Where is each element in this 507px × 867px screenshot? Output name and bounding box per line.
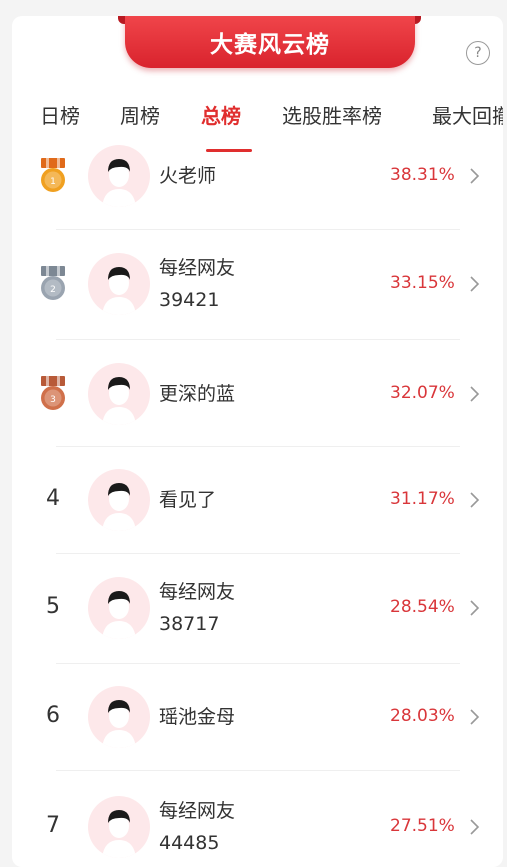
default-avatar-icon — [102, 810, 136, 858]
chevron-right-icon[interactable] — [468, 818, 480, 836]
bronze-medal-icon: 3 — [41, 376, 65, 410]
user-name-line1: 每经网友 — [159, 257, 236, 279]
default-avatar-icon — [102, 483, 136, 531]
row-divider — [56, 229, 460, 230]
tab-daily[interactable]: 日榜 — [40, 100, 80, 129]
tab-max-drawdown[interactable]: 最大回撤 — [432, 100, 503, 129]
row-divider — [56, 663, 460, 664]
leaderboard-card: 大赛风云榜 ? 日榜 周榜 总榜 选股胜率榜 最大回撤 1 火老师 38.31% 2 每… — [12, 16, 503, 867]
default-avatar-icon — [102, 700, 136, 748]
chevron-right-icon[interactable] — [468, 708, 480, 726]
avatar[interactable] — [88, 145, 150, 207]
avatar[interactable] — [88, 253, 150, 315]
user-name: 看见了 — [159, 484, 216, 516]
row-divider — [56, 770, 460, 771]
medal-rank-number: 1 — [50, 177, 56, 187]
chevron-right-icon[interactable] — [468, 491, 480, 509]
default-avatar-icon — [102, 377, 136, 425]
user-name-line2: 38717 — [159, 613, 220, 635]
gold-medal-icon: 1 — [41, 158, 65, 192]
user-name: 每经网友 38717 — [159, 576, 235, 640]
return-rate: 32.07% — [390, 383, 455, 403]
tab-overall[interactable]: 总榜 — [201, 100, 241, 129]
row-divider — [56, 339, 460, 340]
avatar[interactable] — [88, 469, 150, 531]
leaderboard-banner: 大赛风云榜 — [125, 16, 415, 68]
user-name: 每经网友 44485 — [159, 795, 235, 859]
silver-medal-icon: 2 — [41, 266, 65, 300]
user-name-line1: 每经网友 — [159, 581, 236, 603]
return-rate: 31.17% — [390, 489, 455, 509]
row-divider — [56, 446, 460, 447]
default-avatar-icon — [102, 267, 136, 315]
avatar[interactable] — [88, 577, 150, 639]
return-rate: 28.03% — [390, 706, 455, 726]
chevron-right-icon[interactable] — [468, 167, 480, 185]
rank-number: 7 — [46, 813, 60, 838]
avatar[interactable] — [88, 796, 150, 858]
return-rate: 27.51% — [390, 816, 455, 836]
user-name: 更深的蓝 — [159, 378, 235, 410]
chevron-right-icon[interactable] — [468, 385, 480, 403]
user-name: 瑶池金母 — [159, 701, 235, 733]
return-rate: 33.15% — [390, 273, 455, 293]
user-name-line1: 更深的蓝 — [159, 383, 236, 405]
user-name-line2: 39421 — [159, 289, 220, 311]
chevron-right-icon[interactable] — [468, 599, 480, 617]
rank-number: 6 — [46, 703, 60, 728]
return-rate: 28.54% — [390, 597, 455, 617]
chevron-right-icon[interactable] — [468, 275, 480, 293]
tab-bar: 日榜 周榜 总榜 选股胜率榜 最大回撤 — [12, 100, 503, 152]
medal-rank-number: 2 — [50, 285, 56, 295]
user-name: 火老师 — [159, 160, 216, 192]
default-avatar-icon — [102, 159, 136, 207]
user-name-line1: 每经网友 — [159, 800, 236, 822]
user-name: 每经网友 39421 — [159, 252, 235, 316]
avatar[interactable] — [88, 686, 150, 748]
return-rate: 38.31% — [390, 165, 455, 185]
user-name-line1: 火老师 — [159, 165, 217, 187]
banner-title: 大赛风云榜 — [210, 32, 330, 58]
medal-rank-number: 3 — [50, 395, 56, 405]
user-name-line1: 瑶池金母 — [159, 706, 236, 728]
tab-win-rate[interactable]: 选股胜率榜 — [282, 100, 382, 129]
active-tab-indicator — [206, 149, 252, 152]
default-avatar-icon — [102, 591, 136, 639]
rank-number: 5 — [46, 594, 60, 619]
row-divider — [56, 553, 460, 554]
rank-number: 4 — [46, 486, 60, 511]
user-name-line2: 44485 — [159, 832, 220, 854]
avatar[interactable] — [88, 363, 150, 425]
user-name-line1: 看见了 — [159, 489, 217, 511]
tab-weekly[interactable]: 周榜 — [120, 100, 160, 129]
help-icon[interactable]: ? — [466, 41, 490, 65]
